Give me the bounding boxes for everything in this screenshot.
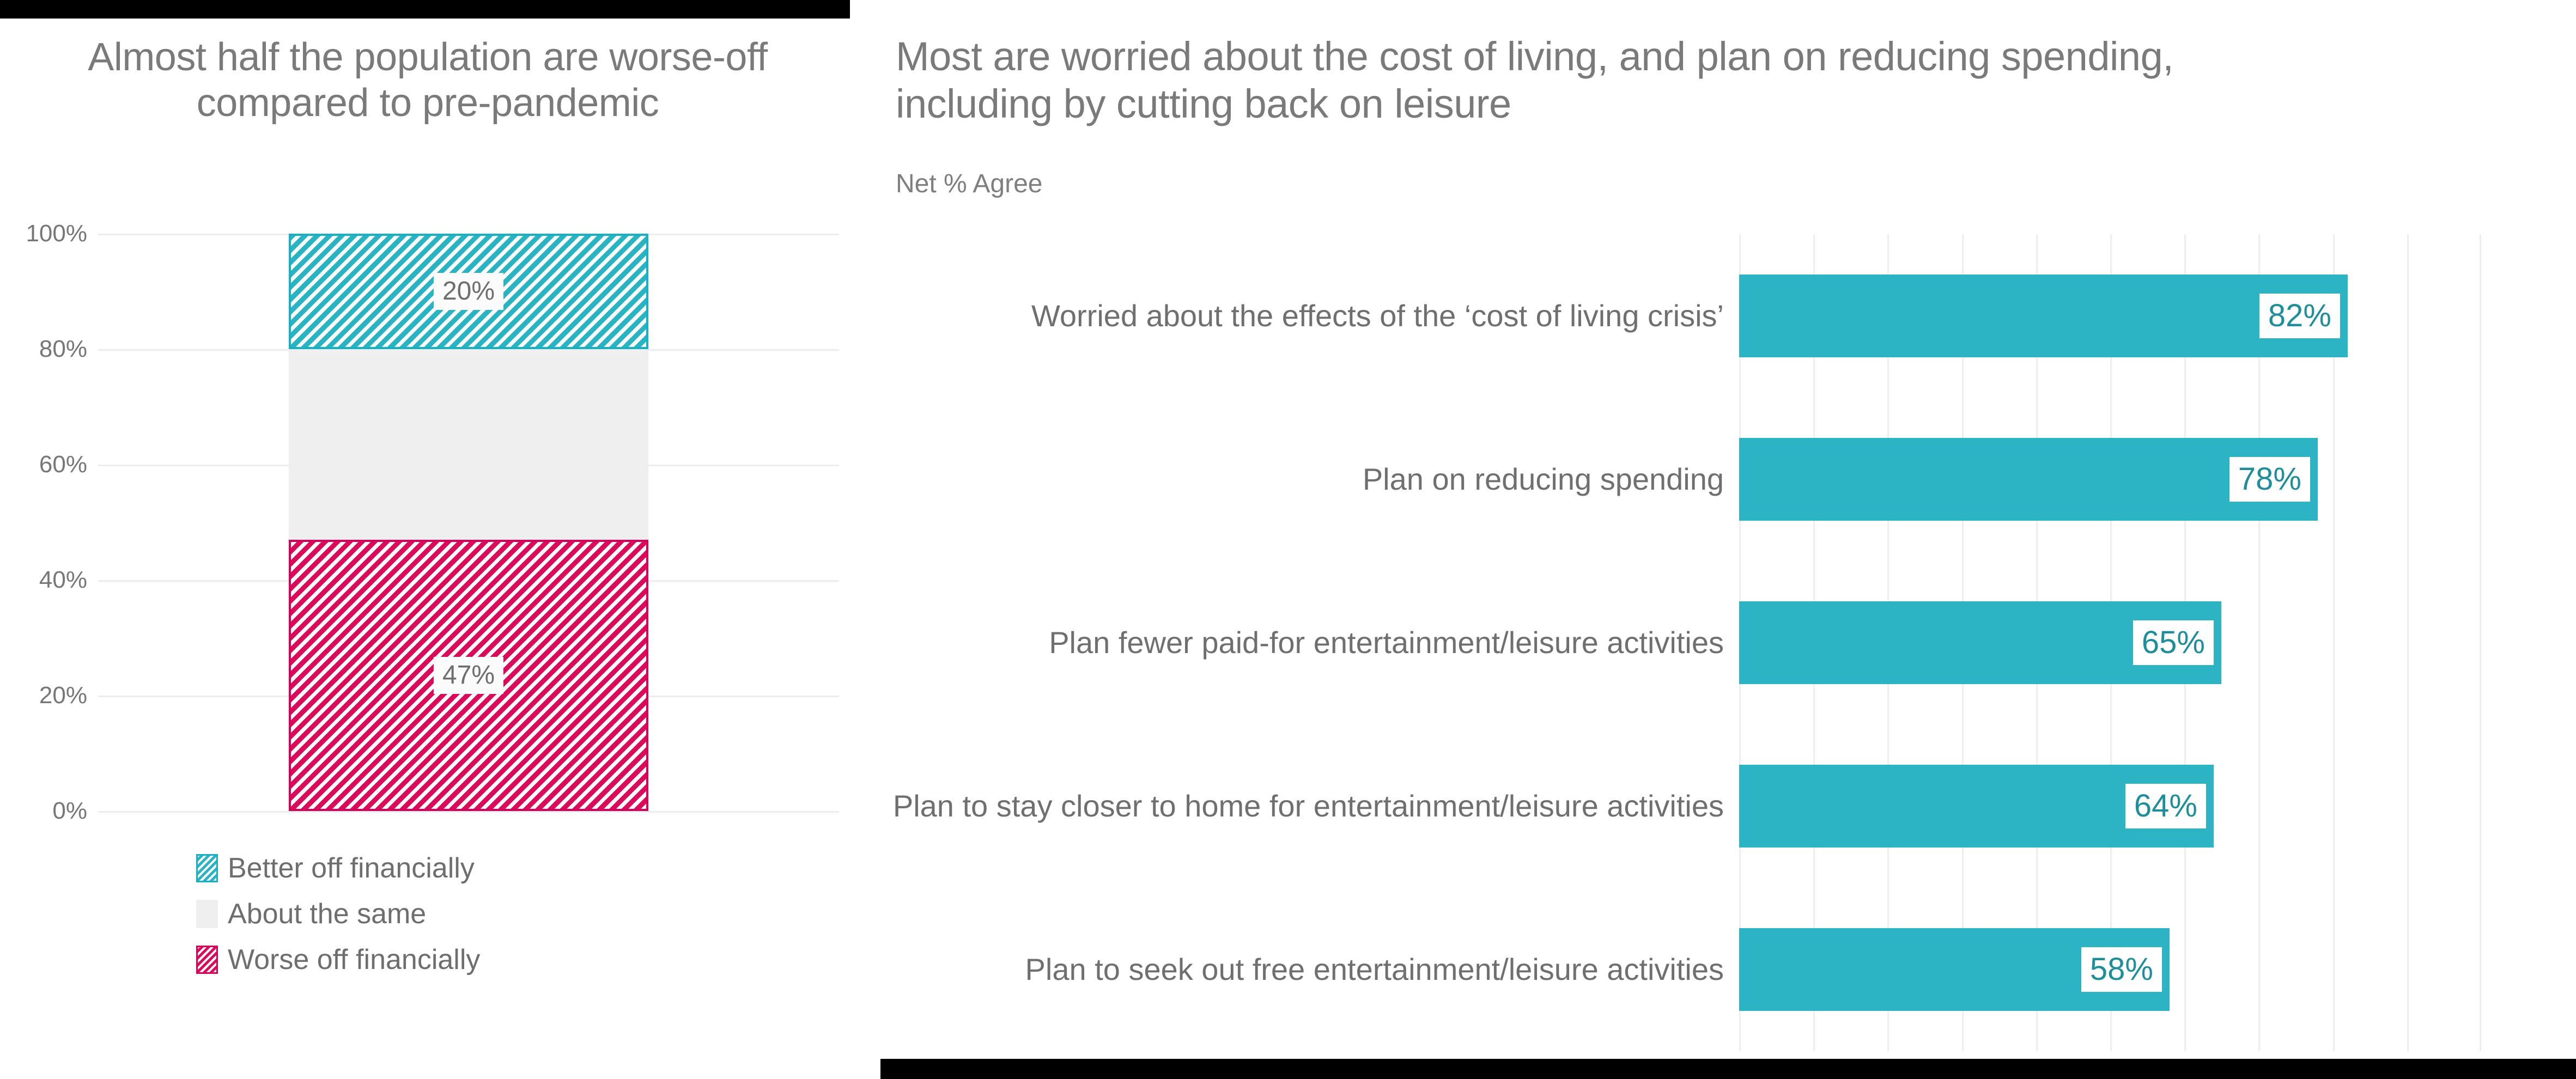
right-chart-category-axis: Worried about the effects of the ‘cost o… — [880, 234, 1739, 1051]
category-label-fewer-paid-entertainment: Plan fewer paid-for entertainment/leisur… — [1049, 625, 1724, 660]
category-label-reducing-spending: Plan on reducing spending — [1362, 461, 1724, 496]
stacked-bar-column: 20% 47% — [289, 234, 648, 811]
bar-value-seek-out-free-entertainment: 58% — [2081, 947, 2162, 992]
right-chart-subtitle: Net % Agree — [896, 169, 1043, 198]
left-chart-legend: Better off financially About the same Wo… — [0, 852, 850, 989]
y-tick-100: 100% — [26, 220, 87, 247]
right-chart-body: Worried about the effects of the ‘cost o… — [880, 234, 2576, 1051]
bar-value-stay-closer-to-home: 64% — [2125, 784, 2206, 828]
legend-swatch-teal-hatched-icon — [196, 854, 218, 882]
legend-item-about-the-same[interactable]: About the same — [0, 898, 850, 930]
legend-item-worse-off[interactable]: Worse off financially — [0, 943, 850, 976]
left-chart-plot: 100% 80% 60% 40% 20% 0% 20% 47% — [0, 220, 850, 833]
right-chart-title: Most are worried about the cost of livin… — [896, 34, 2174, 127]
bar-stay-closer-to-home[interactable]: 64% — [1739, 765, 2214, 848]
y-tick-40: 40% — [39, 566, 87, 593]
bar-reducing-spending[interactable]: 78% — [1739, 438, 2318, 521]
bar-value-reducing-spending: 78% — [2229, 457, 2310, 502]
category-label-stay-closer-to-home: Plan to stay closer to home for entertai… — [892, 788, 1724, 823]
legend-item-better-off[interactable]: Better off financially — [0, 852, 850, 885]
bar-value-fewer-paid-entertainment: 65% — [2133, 620, 2214, 665]
category-label-cost-of-living-crisis: Worried about the effects of the ‘cost o… — [1031, 298, 1724, 333]
top-black-band — [0, 0, 850, 19]
stack-segment-better-off[interactable]: 20% — [289, 234, 648, 349]
right-plot-area: 82% 78% 65% 64% 58% — [1739, 234, 2481, 1051]
y-tick-0: 0% — [52, 797, 87, 824]
legend-label-worse-off: Worse off financially — [228, 944, 481, 976]
legend-label-better-off: Better off financially — [228, 852, 475, 884]
bar-cost-of-living-crisis[interactable]: 82% — [1739, 275, 2348, 357]
y-tick-60: 60% — [39, 451, 87, 478]
bottom-black-band — [880, 1059, 2576, 1079]
stack-value-better-off: 20% — [433, 273, 504, 310]
y-tick-80: 80% — [39, 336, 87, 362]
gridline-0 — [98, 811, 839, 813]
legend-swatch-grey-icon — [196, 900, 218, 928]
category-label-seek-out-free-entertainment: Plan to seek out free entertainment/leis… — [1025, 952, 1724, 986]
y-tick-20: 20% — [39, 682, 87, 709]
gridline-v-100 — [2480, 234, 2481, 1051]
left-chart-y-axis: 100% 80% 60% 40% 20% 0% — [0, 220, 87, 824]
legend-label-about-the-same: About the same — [228, 898, 427, 930]
stack-segment-about-the-same[interactable] — [289, 349, 648, 540]
legend-swatch-pink-hatched-icon — [196, 946, 218, 974]
bar-value-cost-of-living-crisis: 82% — [2259, 294, 2340, 338]
left-chart-title: Almost half the population are worse-off… — [88, 35, 768, 125]
left-plot-area: 20% 47% — [98, 234, 839, 813]
stack-segment-worse-off[interactable]: 47% — [289, 540, 648, 811]
left-chart-panel: Almost half the population are worse-off… — [0, 19, 850, 1079]
gridline-v-90 — [2407, 234, 2409, 1051]
bar-fewer-paid-entertainment[interactable]: 65% — [1739, 601, 2221, 684]
right-chart-panel: Most are worried about the cost of livin… — [880, 0, 2576, 1059]
bar-seek-out-free-entertainment[interactable]: 58% — [1739, 928, 2170, 1011]
stack-value-worse-off: 47% — [433, 657, 504, 694]
